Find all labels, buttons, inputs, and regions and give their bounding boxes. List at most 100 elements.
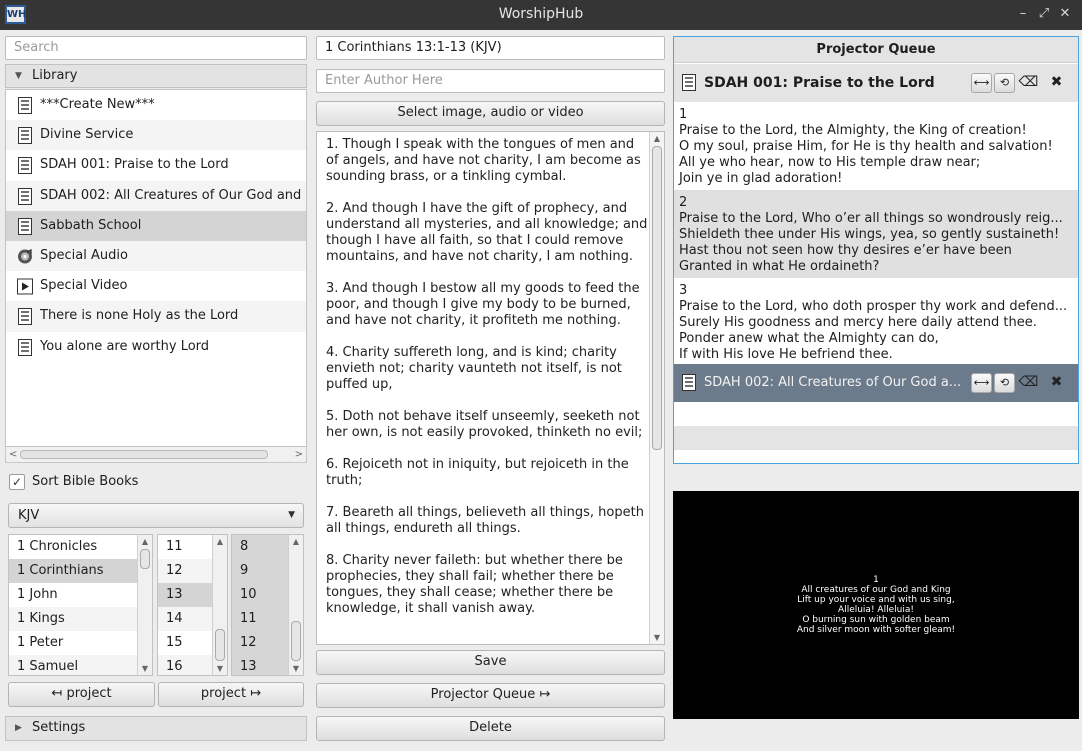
settings-header[interactable]: ▶ Settings — [5, 716, 307, 741]
minimize-icon[interactable]: – — [1015, 6, 1031, 22]
sort-bible-books-label: Sort Bible Books — [32, 474, 139, 489]
library-item-label: You alone are worthy Lord — [40, 338, 210, 354]
library-label: Library — [32, 68, 78, 83]
scroll-down-icon[interactable]: ▼ — [289, 664, 303, 673]
projector-queue-title: Projector Queue — [674, 37, 1078, 63]
project-back-button[interactable]: ↤ project — [8, 682, 155, 707]
library-item-label: Special Audio — [40, 247, 128, 263]
library-item-label: Special Video — [40, 278, 128, 294]
fit-width-icon[interactable]: ⟷ — [971, 73, 992, 93]
reference-title-field[interactable]: 1 Corinthians 13:1-13 (KJV) — [316, 36, 665, 60]
loop-icon[interactable]: ⟲ — [994, 73, 1015, 93]
chapter-list-scrollbar[interactable]: ▲ ▼ — [212, 535, 227, 675]
library-item[interactable]: SDAH 001: Praise to the Lord — [6, 150, 306, 180]
document-icon — [18, 157, 32, 175]
scroll-down-icon[interactable]: ▼ — [213, 664, 227, 673]
queue-item-header[interactable]: SDAH 001: Praise to the Lord ⟷ ⟲ ⌫ ✖ — [674, 64, 1078, 102]
clear-icon[interactable]: ⌫ — [1018, 373, 1039, 393]
audio-disc-icon — [18, 248, 32, 264]
scroll-right-icon[interactable]: > — [295, 447, 303, 462]
scroll-thumb[interactable] — [140, 549, 150, 569]
book-list-scrollbar[interactable]: ▲ ▼ — [137, 535, 152, 675]
scroll-up-icon[interactable]: ▲ — [138, 537, 152, 546]
queue-item-title: SDAH 002: All Creatures of Our God a... — [704, 375, 962, 390]
library-horizontal-scrollbar[interactable]: < > — [5, 447, 307, 463]
scroll-thumb[interactable] — [291, 621, 301, 661]
preview-slide-text: 1 All creatures of our God and King Lift… — [796, 575, 956, 635]
library-item[interactable]: Divine Service — [6, 120, 306, 151]
library-item-label: Divine Service — [40, 127, 134, 143]
queue-verse[interactable]: 2 Praise to the Lord, Who o’er all thing… — [674, 190, 1078, 278]
settings-label: Settings — [32, 720, 86, 735]
verse-list-scrollbar[interactable]: ▲ ▼ — [288, 535, 303, 675]
sort-bible-books-checkbox[interactable]: ✓ — [9, 474, 25, 490]
library-item[interactable]: Special Video — [6, 271, 306, 301]
library-item[interactable]: You alone are worthy Lord — [6, 332, 306, 362]
scroll-thumb[interactable] — [20, 450, 268, 459]
verse-list[interactable]: 8 9 10 11 12 13 ▲ ▼ — [231, 534, 304, 676]
projector-preview: 1 All creatures of our God and King Lift… — [673, 491, 1079, 719]
scroll-down-icon[interactable]: ▼ — [138, 664, 152, 673]
title-bar: WH WorshipHub – ⤢ ✕ — [0, 0, 1082, 30]
clear-icon[interactable]: ⌫ — [1018, 73, 1039, 93]
queue-verse[interactable]: 3 Praise to the Lord, who doth prosper t… — [674, 278, 1078, 364]
video-play-icon — [17, 278, 33, 295]
book-item-selected[interactable]: 1 Corinthians — [9, 559, 152, 583]
book-item[interactable]: 1 Chronicles — [9, 535, 152, 559]
select-media-button[interactable]: Select image, audio or video — [316, 101, 665, 126]
search-input[interactable]: Search — [5, 36, 307, 60]
book-item[interactable]: 1 Peter — [9, 631, 152, 655]
book-item[interactable]: 1 Kings — [9, 607, 152, 631]
document-icon — [18, 217, 32, 235]
lyrics-editor[interactable]: 1. Though I speak with the tongues of me… — [316, 131, 665, 645]
document-icon — [18, 338, 32, 356]
chevron-down-icon: ▼ — [288, 510, 295, 520]
library-list[interactable]: ***Create New*** Divine Service SDAH 001… — [5, 89, 307, 447]
library-item[interactable]: Special Audio — [6, 240, 306, 272]
library-item-label: Sabbath School — [40, 217, 142, 233]
save-button[interactable]: Save — [316, 650, 665, 675]
send-to-projector-queue-button[interactable]: Projector Queue ↦ — [316, 683, 665, 708]
scroll-up-icon[interactable]: ▲ — [650, 134, 664, 143]
translation-select[interactable]: KJV ▼ — [8, 503, 304, 528]
document-icon — [18, 187, 32, 205]
document-icon — [18, 308, 32, 326]
queue-verse[interactable]: 1 Praise to the Lord, the Almighty, the … — [674, 107, 1078, 191]
remove-icon[interactable]: ✖ — [1046, 73, 1067, 93]
fit-width-icon[interactable]: ⟷ — [971, 373, 992, 393]
author-field[interactable]: Enter Author Here — [316, 69, 665, 93]
book-item[interactable]: 1 John — [9, 583, 152, 607]
expand-triangle-icon: ▶ — [15, 723, 22, 733]
scroll-up-icon[interactable]: ▲ — [289, 537, 303, 546]
document-icon — [18, 127, 32, 145]
document-icon — [682, 74, 696, 91]
library-item[interactable]: There is none Holy as the Lord — [6, 301, 306, 332]
scroll-down-icon[interactable]: ▼ — [650, 633, 664, 642]
scroll-thumb[interactable] — [652, 146, 662, 450]
delete-button[interactable]: Delete — [316, 716, 665, 741]
book-item[interactable]: 1 Samuel — [9, 655, 152, 675]
collapse-triangle-icon: ▼ — [15, 71, 22, 81]
maximize-icon[interactable]: ⤢ — [1036, 6, 1052, 22]
sort-bible-books-option[interactable]: ✓ Sort Bible Books — [9, 472, 138, 492]
library-header[interactable]: ▼ Library — [5, 64, 307, 88]
library-item[interactable]: ***Create New*** — [6, 90, 306, 120]
loop-icon[interactable]: ⟲ — [994, 373, 1015, 393]
remove-icon[interactable]: ✖ — [1046, 373, 1067, 393]
scroll-left-icon[interactable]: < — [9, 447, 17, 462]
library-item-label: SDAH 002: All Creatures of Our God and K… — [40, 187, 306, 203]
close-icon[interactable]: ✕ — [1057, 6, 1073, 22]
project-forward-button[interactable]: project ↦ — [158, 682, 304, 707]
projector-queue[interactable]: Projector Queue SDAH 001: Praise to the … — [673, 36, 1079, 464]
library-item[interactable]: SDAH 002: All Creatures of Our God and K… — [6, 180, 306, 211]
scroll-thumb[interactable] — [215, 629, 225, 661]
editor-scrollbar[interactable]: ▲ ▼ — [649, 132, 664, 644]
library-item-selected[interactable]: Sabbath School — [6, 210, 306, 241]
queue-item-header-selected[interactable]: SDAH 002: All Creatures of Our God a... … — [674, 364, 1078, 402]
scroll-up-icon[interactable]: ▲ — [213, 537, 227, 546]
book-list[interactable]: 1 Chronicles 1 Corinthians 1 John 1 King… — [8, 534, 153, 676]
chapter-list[interactable]: 11 12 13 14 15 16 ▲ ▼ — [157, 534, 228, 676]
library-item-label: ***Create New*** — [40, 97, 155, 112]
document-icon — [18, 97, 32, 114]
editor-text[interactable]: 1. Though I speak with the tongues of me… — [326, 137, 648, 617]
